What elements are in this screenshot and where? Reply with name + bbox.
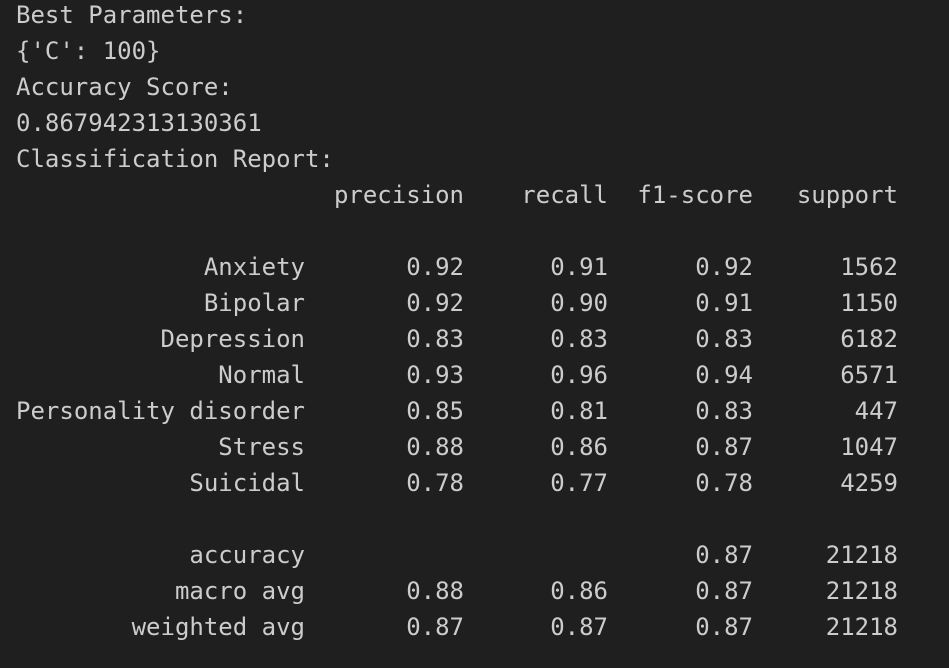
row-recall: 0.91 — [550, 253, 608, 281]
row-recall: 0.86 — [550, 433, 608, 461]
row-support: 21218 — [825, 577, 898, 605]
best-params-value: {'C': 100} — [16, 37, 161, 65]
row-precision: 0.92 — [406, 289, 464, 317]
row-label: macro avg — [174, 577, 305, 605]
row-f1-score: 0.92 — [695, 253, 753, 281]
col-header-precision: precision — [333, 181, 464, 209]
row-label: Personality disorder — [16, 397, 305, 425]
row-precision: 0.93 — [406, 361, 464, 389]
row-recall: 0.83 — [550, 325, 608, 353]
row-f1-score: 0.91 — [695, 289, 753, 317]
row-recall: 0.96 — [550, 361, 608, 389]
col-header-f1-score: f1-score — [637, 181, 753, 209]
row-precision: 0.88 — [406, 433, 464, 461]
row-precision: 0.85 — [406, 397, 464, 425]
row-label: Bipolar — [203, 289, 305, 317]
row-precision: 0.88 — [406, 577, 464, 605]
col-header-support: support — [796, 181, 898, 209]
row-precision: 0.78 — [406, 469, 464, 497]
row-support: 1150 — [840, 289, 898, 317]
row-f1-score: 0.87 — [695, 577, 753, 605]
row-label: Anxiety — [203, 253, 305, 281]
col-header-recall: recall — [521, 181, 608, 209]
row-support: 21218 — [825, 541, 898, 569]
row-precision: 0.92 — [406, 253, 464, 281]
row-recall: 0.87 — [550, 613, 608, 641]
row-support: 447 — [854, 397, 898, 425]
row-label: Suicidal — [189, 469, 305, 497]
row-precision: 0.83 — [406, 325, 464, 353]
row-label: accuracy — [189, 541, 305, 569]
row-precision: 0.87 — [406, 613, 464, 641]
row-f1-score: 0.87 — [695, 433, 753, 461]
accuracy-score-value: 0.867942313130361 — [16, 109, 262, 137]
row-f1-score: 0.78 — [695, 469, 753, 497]
row-f1-score: 0.87 — [695, 541, 753, 569]
row-f1-score: 0.94 — [695, 361, 753, 389]
best-params-label: Best Parameters: — [16, 1, 248, 29]
terminal-output: Best Parameters: {'C': 100} Accuracy Sco… — [0, 0, 949, 668]
row-label: Stress — [218, 433, 305, 461]
row-recall: 0.77 — [550, 469, 608, 497]
row-recall: 0.86 — [550, 577, 608, 605]
row-support: 21218 — [825, 613, 898, 641]
classification-report-label: Classification Report: — [16, 145, 334, 173]
row-label: Depression — [160, 325, 306, 353]
row-recall: 0.90 — [550, 289, 608, 317]
accuracy-score-label: Accuracy Score: — [16, 73, 233, 101]
row-support: 1047 — [840, 433, 898, 461]
row-recall: 0.81 — [550, 397, 608, 425]
row-f1-score: 0.87 — [695, 613, 753, 641]
row-support: 6182 — [840, 325, 898, 353]
row-f1-score: 0.83 — [695, 397, 753, 425]
row-support: 6571 — [840, 361, 898, 389]
row-f1-score: 0.83 — [695, 325, 753, 353]
row-support: 1562 — [840, 253, 898, 281]
row-label: Normal — [218, 361, 305, 389]
row-label: weighted avg — [131, 613, 305, 641]
row-support: 4259 — [840, 469, 898, 497]
